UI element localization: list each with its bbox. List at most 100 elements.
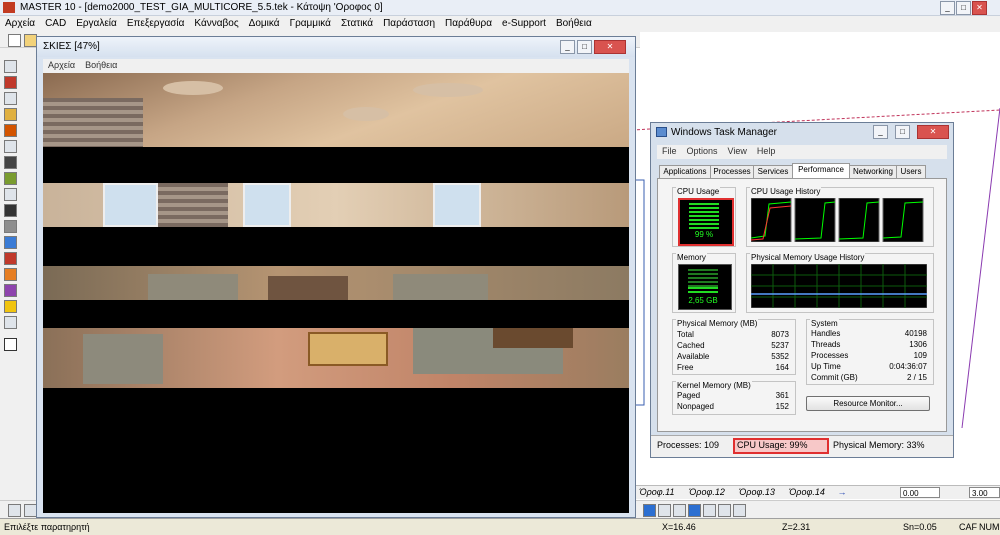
coffee-table [308,332,388,366]
tool-icon[interactable] [4,60,17,73]
tab-services[interactable]: Services [753,165,793,179]
snap-tool-icon[interactable] [733,504,746,517]
new-file-icon[interactable] [8,34,21,47]
menu-item-linear[interactable]: Γραμμικά [285,16,336,29]
task-manager-window: Windows Task Manager _ □ ✕ File Options Vi… [650,122,954,458]
minimize-icon[interactable]: _ [940,1,955,15]
resource-monitor-button[interactable]: Resource Monitor... [806,396,930,411]
menu-item-grid[interactable]: Κάνναβος [189,16,243,29]
menu-item-esupport[interactable]: e-Support [497,16,551,29]
tab-performance[interactable]: Performance [792,163,850,179]
minimize-icon[interactable]: _ [873,125,888,139]
memory-history-label: Physical Memory Usage History [750,253,866,262]
arrow-right-icon[interactable]: → [832,486,852,497]
main-menu-bar: Αρχεία CAD Εργαλεία Επεξεργασία Κάνναβος Δομι… [0,16,1000,32]
snap-tool-icon[interactable] [703,504,716,517]
pm-free-value: 164 [775,363,789,372]
memory-gauge: 2,65 GB [678,264,732,310]
tool-icon[interactable] [4,108,17,121]
sys-processes-value: 109 [913,351,927,360]
close-icon[interactable]: ✕ [972,1,987,15]
fireplace [268,276,348,300]
sys-commit-label: Commit (GB) [811,373,858,382]
task-manager-title-bar[interactable]: Windows Task Manager _ □ ✕ [651,123,953,141]
menu-item-view[interactable]: Παράσταση [378,16,440,29]
tm-menu-options[interactable]: Options [682,145,723,157]
tool-icon[interactable] [4,92,17,105]
menu-item-cad[interactable]: CAD [40,16,71,29]
task-manager-status-bar: Processes: 109 CPU Usage: 99% Physical M… [651,435,953,457]
tool-icon[interactable] [4,156,17,169]
window-pane [103,183,158,227]
ceiling-light [343,107,389,121]
undo-icon[interactable] [8,504,21,517]
menu-item-tools[interactable]: Εργαλεία [71,16,122,29]
tool-icon[interactable] [4,172,17,185]
tool-icon[interactable] [4,188,17,201]
cpu-history-group: CPU Usage History [746,187,934,247]
tool-icon[interactable] [4,236,17,249]
cpu-usage-group: CPU Usage 99 % [672,187,736,247]
tab-applications[interactable]: Applications [659,165,711,179]
snap-tool-icon[interactable] [673,504,686,517]
field-height-start[interactable]: 0.00 [900,487,940,498]
menu-item-files[interactable]: Αρχεία [0,16,40,29]
tab-processes[interactable]: Processes [710,165,754,179]
tool-icon[interactable] [4,252,17,265]
field-height-end[interactable]: 3.00 [969,487,1000,498]
tab-floor-13[interactable]: Όροφ.13 [732,486,782,497]
close-icon[interactable]: ✕ [917,125,949,139]
tm-menu-file[interactable]: File [657,145,682,157]
render-menu-files[interactable]: Αρχεία [43,59,80,71]
tm-menu-view[interactable]: View [723,145,752,157]
tool-icon[interactable] [4,300,17,313]
cpu-usage-value: 99 % [694,230,714,239]
sys-commit-value: 2 / 15 [906,373,927,382]
snap-tool-icon[interactable] [643,504,656,517]
stone-wall [43,98,143,147]
menu-item-edit[interactable]: Επεξεργασία [122,16,190,29]
render-canvas [43,73,629,513]
tool-icon[interactable] [4,220,17,233]
sofa [393,274,488,300]
floor-tabs: Όροφ.11 Όροφ.12 Όροφ.13 Όροφ.14 → 0.00 3.00 [632,485,1000,499]
menu-item-windows[interactable]: Παράθυρα [440,16,497,29]
tool-icon[interactable] [4,204,17,217]
tab-users[interactable]: Users [896,165,926,179]
memory-group: Memory 2,65 GB [672,253,736,313]
cpu-history-graphs [751,198,924,242]
status-processes: Processes: 109 [657,440,720,450]
close-icon[interactable]: ✕ [594,40,626,54]
tool-icon[interactable] [4,284,17,297]
status-x-coordinate: X=16.46 [662,522,696,532]
render-band-sofas [43,266,629,300]
minimize-icon[interactable]: _ [560,40,575,54]
tool-icon[interactable] [4,76,17,89]
tm-menu-help[interactable]: Help [752,145,781,157]
menu-item-help[interactable]: Βοήθεια [551,16,597,29]
tab-networking[interactable]: Networking [849,165,897,179]
pointer-tool-icon[interactable] [4,338,17,351]
snap-tool-icon[interactable] [658,504,671,517]
snap-tool-icon[interactable] [718,504,731,517]
tool-icon[interactable] [4,268,17,281]
menu-item-structural[interactable]: Δομικά [244,16,285,29]
maximize-icon[interactable]: □ [895,125,910,139]
menu-item-static[interactable]: Στατικά [336,16,378,29]
render-band-windows [43,183,629,227]
kernel-memory-label: Kernel Memory (MB) [676,381,752,390]
maximize-icon[interactable]: □ [577,40,592,54]
tool-icon[interactable] [4,316,17,329]
tool-icon[interactable] [4,124,17,137]
render-title-bar[interactable]: ΣΚΙΕΣ [47%] _ □ ✕ [37,37,635,57]
tab-floor-14[interactable]: Όροφ.14 [782,486,832,497]
pm-total-value: 8073 [771,330,789,339]
render-menu-help[interactable]: Βοήθεια [80,59,122,71]
tab-floor-11[interactable]: Όροφ.11 [632,486,682,497]
status-physical-memory: Physical Memory: 33% [833,440,925,450]
physical-memory-label: Physical Memory (MB) [676,319,759,328]
tab-floor-12[interactable]: Όροφ.12 [682,486,732,497]
maximize-icon[interactable]: □ [956,1,971,15]
tool-icon[interactable] [4,140,17,153]
snap-tool-icon[interactable] [688,504,701,517]
